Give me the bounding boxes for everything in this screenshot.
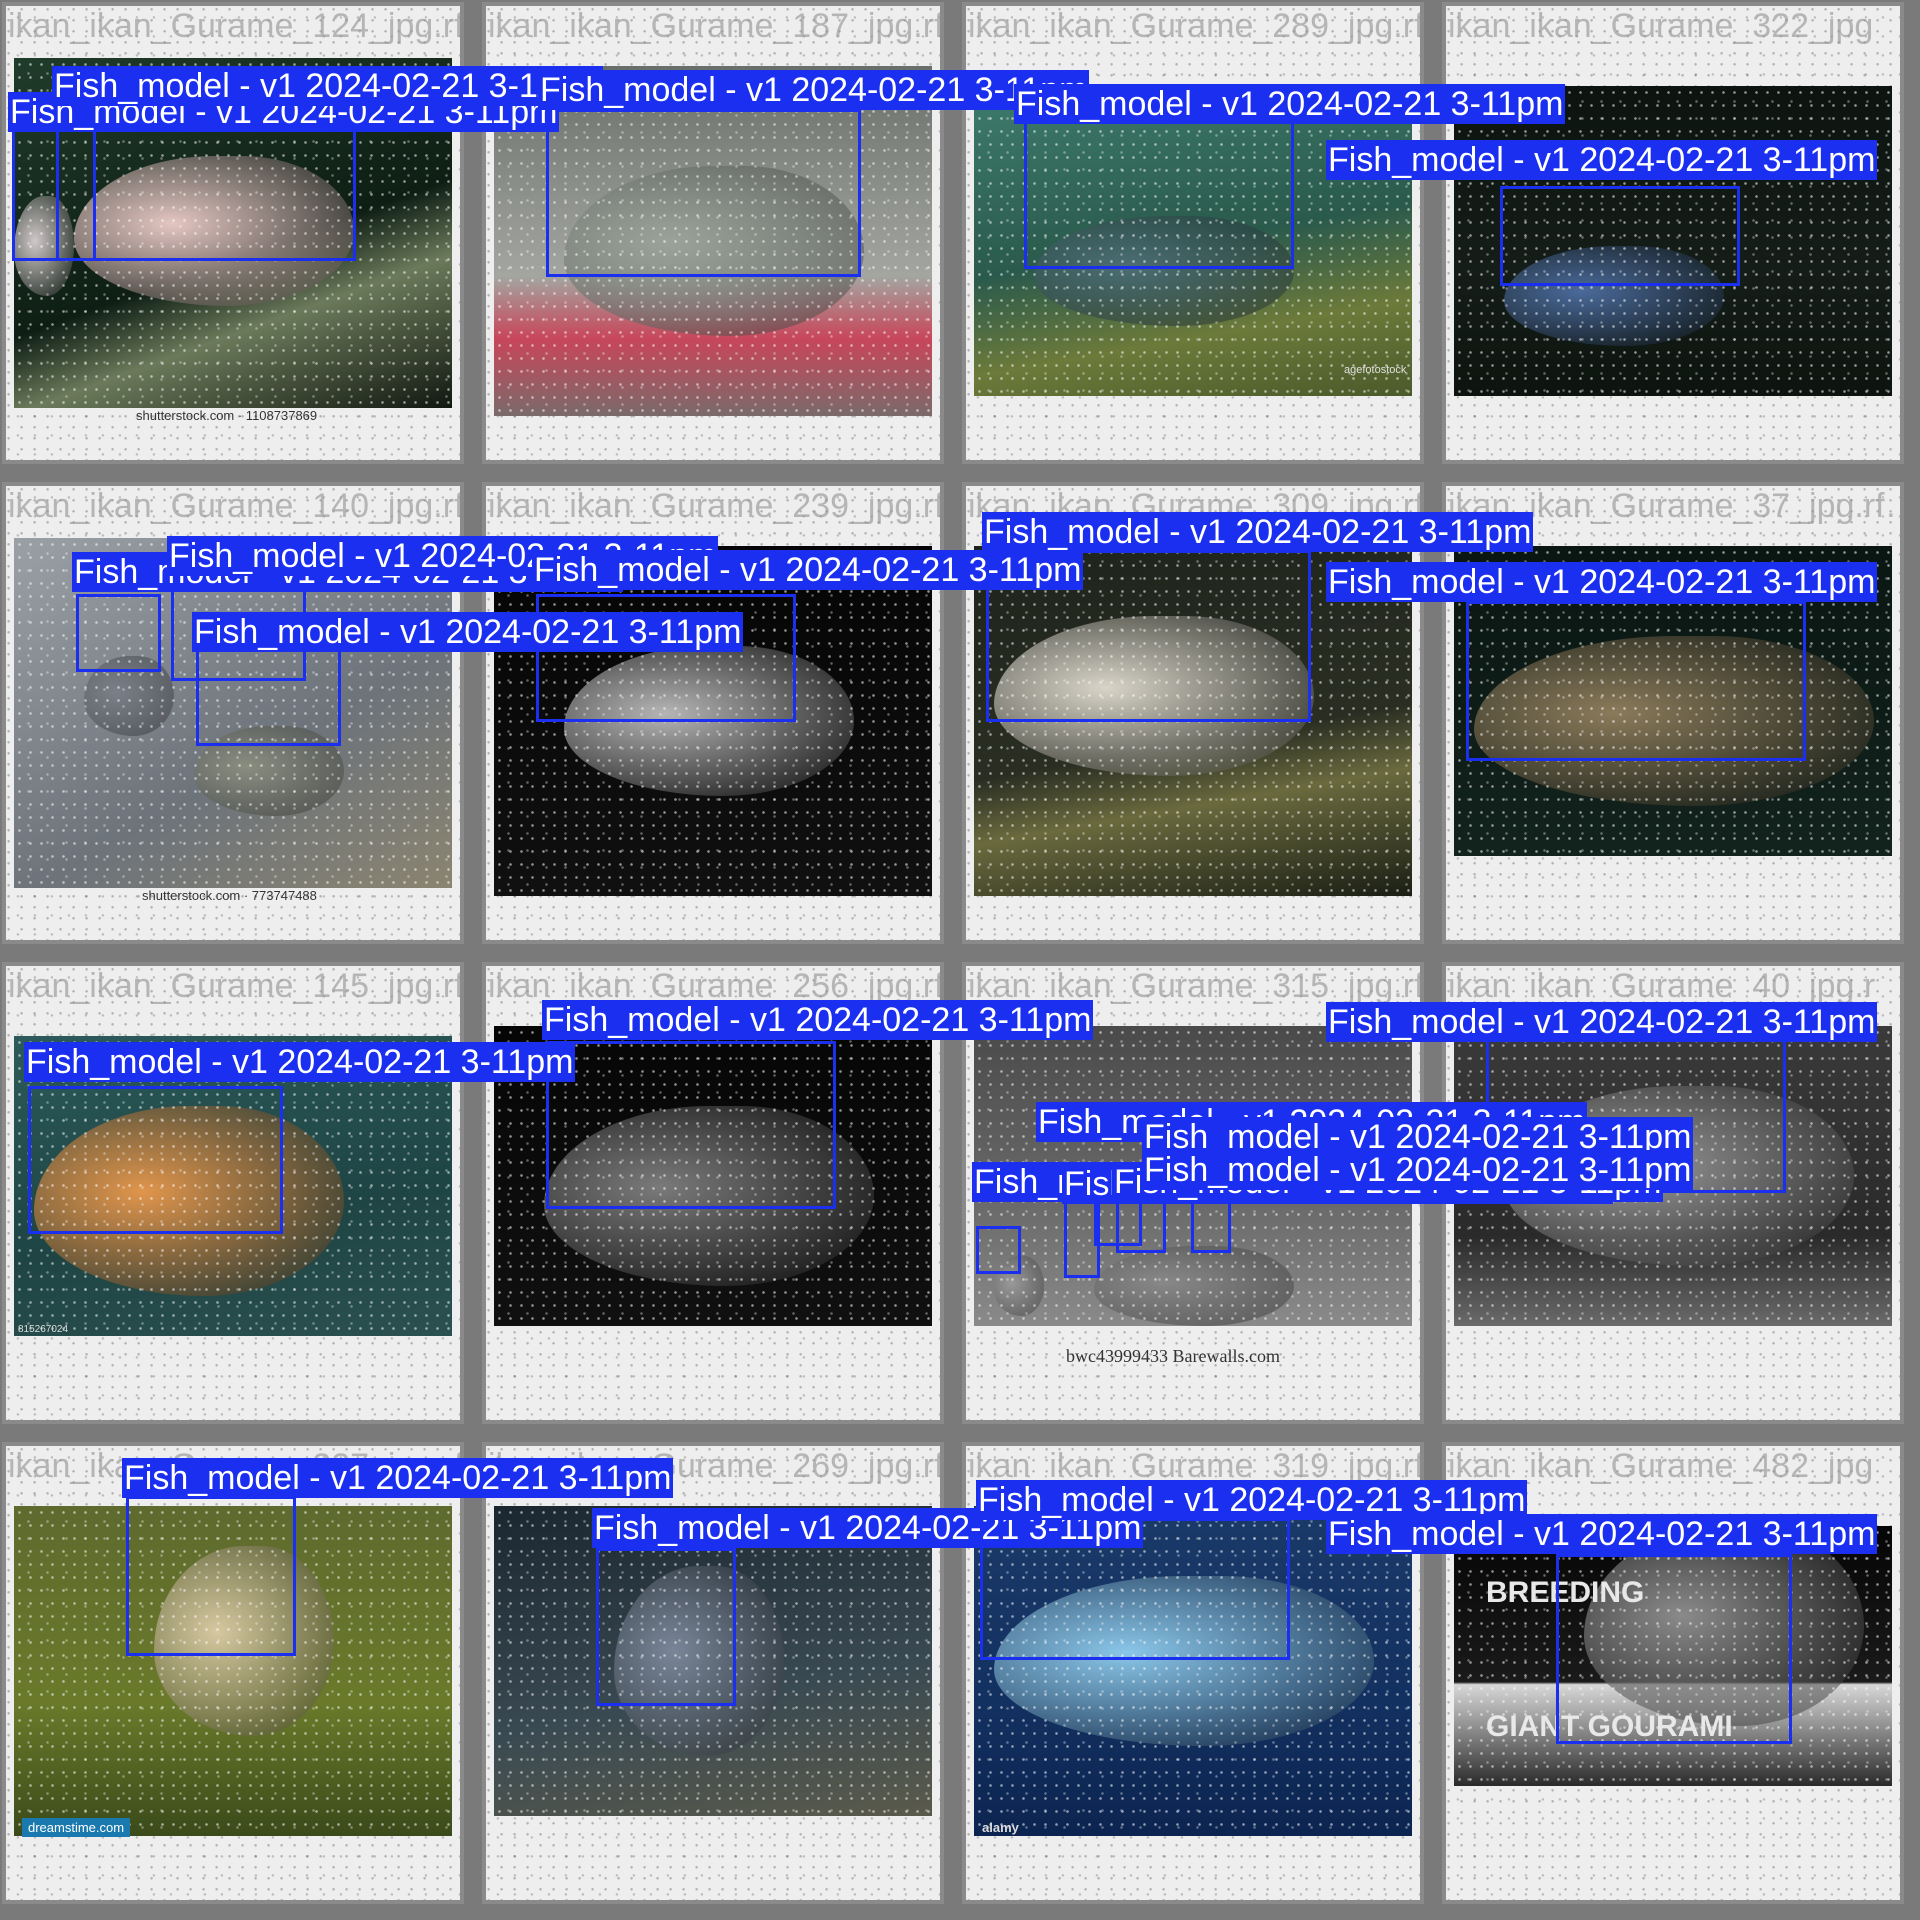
image-watermark: shutterstock.com · 773747488: [142, 888, 317, 903]
detection-label: Fish_model - v1 2024-02-21 3-11pm: [52, 66, 604, 106]
detection-box: [126, 1496, 296, 1656]
detection-box: [28, 1086, 283, 1234]
image-watermark: shutterstock.com · 1108737869: [136, 408, 318, 423]
detection-label: Fish_model - v1 2024-02-21 3-11pm: [1014, 84, 1566, 124]
image-filename: ikan_ikan_Gurame_239_jpg.rf.235ddd5c…: [488, 487, 944, 525]
detection-box: [196, 646, 341, 746]
image-watermark: bwc43999433 Barewalls.com: [1066, 1346, 1280, 1366]
image-watermark: alamy: [982, 1820, 1019, 1835]
image-filename: ikan_ikan_Gurame_124_jpg.rf.1e3ea7a…: [8, 7, 464, 45]
prediction-grid: shutterstock.com · 1108737869 ikan_ikan_G…: [0, 0, 1920, 1920]
detection-box: [976, 1226, 1021, 1274]
image-watermark: dreamstime.com: [22, 1818, 131, 1837]
grid-tile: ikan_ikan_Gurame_322_jpg: [1442, 2, 1904, 464]
detection-label: Fish_model - v1 2024-02-21 3-11pm: [538, 70, 1090, 110]
detection-label: Fish_model - v1 2024-02-21 3-11pm: [1326, 1514, 1878, 1554]
image-filename: ikan_ikan_Gurame_187_jpg.rf.7ab0542a734: [488, 7, 944, 45]
grid-tile: dreamstime.comikan_ikan_Gurame_227_jpg.r…: [2, 1442, 464, 1904]
detection-label: Fish_model - v1 2024-02-21 3-11pm: [1326, 562, 1878, 602]
image-filename: ikan_ikan_Gurame_40_jpg.r: [1448, 967, 1876, 1005]
grid-tile: 815267024 ikan_ikan_Gurame_145_jpg.rf.8c4…: [2, 962, 464, 1424]
detection-label: Fish_model - v1 2024-02-21 3-11pm: [1326, 1002, 1878, 1042]
detection-label: Fish_model - v1 2024-02-21 3-11pm: [982, 512, 1534, 552]
detection-box: [546, 109, 861, 277]
image-filename: ikan_ikan_Gurame_145_jpg.rf.8c4a59c8f5…: [8, 967, 464, 1005]
fish-shape: [1094, 1246, 1294, 1326]
detection-label: Fish_model - v1 2024-02-21 3-11pm: [1326, 140, 1878, 180]
image-filename: ikan_ikan_Gurame_322_jpg: [1448, 7, 1874, 45]
detection-box: [546, 1041, 836, 1209]
detection-box: [1500, 186, 1740, 286]
image-watermark: 815267024: [18, 1324, 69, 1335]
detection-box: [56, 126, 96, 261]
detection-box: [76, 594, 161, 672]
detection-label: Fish_model - v1 2024-02-21 3-11pm: [1142, 1150, 1694, 1190]
detection-label: Fish_model - v1 2024-02-21 3-11pm: [542, 1000, 1094, 1040]
detection-label: Fish_model - v1 2024-02-21 3-11pm: [532, 550, 1084, 590]
detection-box: [1466, 601, 1806, 761]
detection-box: [1024, 121, 1294, 269]
image-filename: ikan_ikan_Gurame_140_jpg.rf.a22da3f…: [8, 487, 464, 525]
detection-label: Fish_model - v1 2024-02-21 3-11pm: [122, 1458, 674, 1498]
detection-label: Fish_model - v1 2024-02-21 3-11pm: [24, 1042, 576, 1082]
detection-label: Fish_model - v1 2024-02-21 3-11pm: [192, 612, 744, 652]
detection-box: [596, 1548, 736, 1706]
detection-box: [1556, 1554, 1792, 1744]
stock-logo: agefotostock: [1344, 364, 1407, 376]
image-filename: ikan_ikan_Gurame_289_jpg.rf.a3da387d06fe: [968, 7, 1424, 45]
